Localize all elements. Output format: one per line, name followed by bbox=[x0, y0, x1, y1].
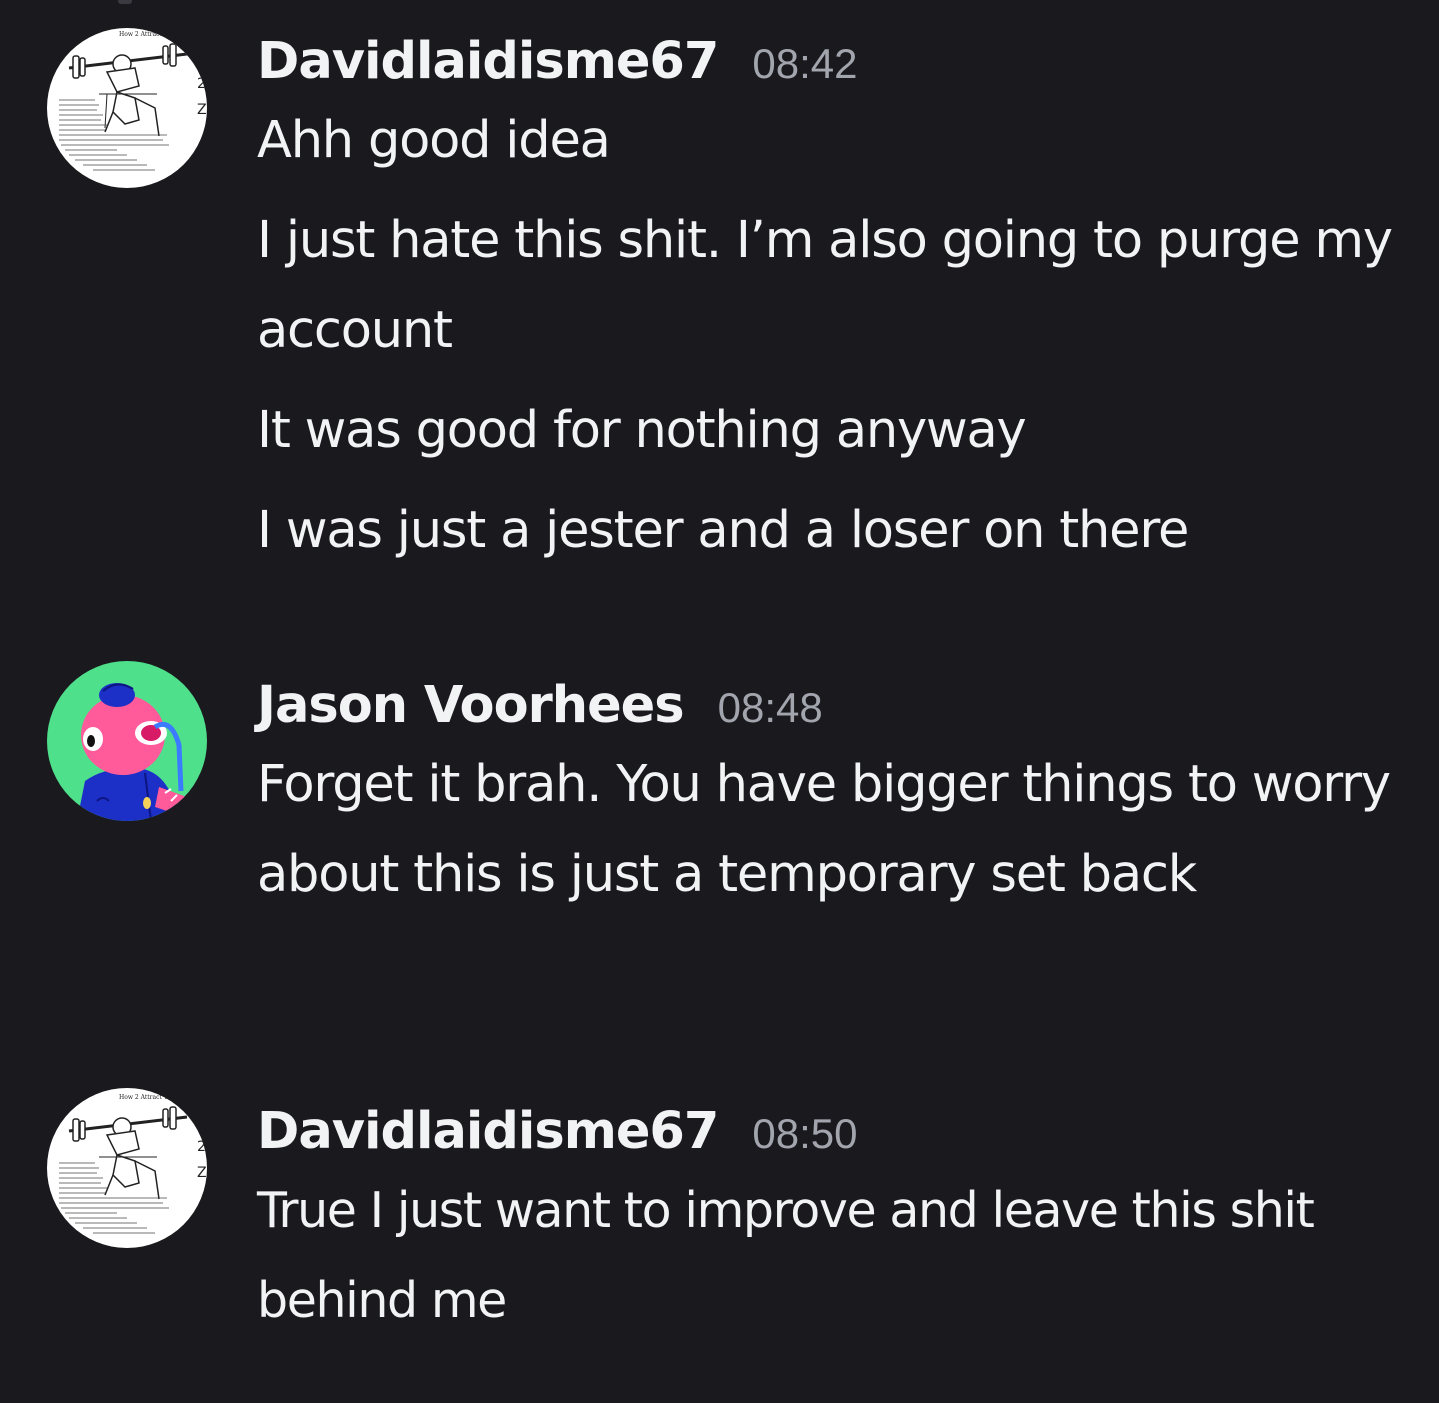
svg-text:Z: Z bbox=[197, 1165, 207, 1181]
bench-press-meme-avatar-icon: How 2 Attract Yo 2 Z bbox=[47, 1088, 207, 1248]
message-text[interactable]: Ahh good idea bbox=[257, 96, 1409, 186]
message-content: Jason Voorhees 08:48 Forget it brah. You… bbox=[257, 676, 1409, 920]
timestamp[interactable]: 08:42 bbox=[752, 40, 857, 88]
message-text[interactable]: I just hate this shit. I’m also going to… bbox=[257, 196, 1409, 376]
message-content: Davidlaidisme67 08:50 True I just want t… bbox=[257, 1102, 1409, 1346]
message-header: Davidlaidisme67 08:42 bbox=[257, 32, 1409, 96]
username[interactable]: Davidlaidisme67 bbox=[257, 1102, 719, 1161]
message-header: Davidlaidisme67 08:50 bbox=[257, 1102, 1409, 1166]
avatar-caption: How 2 Attract Yo bbox=[119, 1094, 171, 1101]
timestamp[interactable]: 08:48 bbox=[718, 684, 823, 732]
svg-text:2: 2 bbox=[197, 1139, 206, 1155]
message-header: Jason Voorhees 08:48 bbox=[257, 676, 1409, 740]
scroll-edge-stub bbox=[118, 0, 132, 4]
avatar[interactable]: How 2 Attract Yo 2 Z bbox=[47, 1088, 207, 1248]
message-text[interactable]: I was just a jester and a loser on there bbox=[257, 486, 1409, 576]
avatar-caption: How 2 Attract Yo bbox=[119, 31, 171, 38]
avatar[interactable] bbox=[47, 661, 207, 821]
message-content: Davidlaidisme67 08:42 Ahh good idea I ju… bbox=[257, 32, 1409, 576]
username[interactable]: Jason Voorhees bbox=[257, 676, 685, 735]
message-text[interactable]: True I just want to improve and leave th… bbox=[257, 1166, 1409, 1346]
svg-text:2: 2 bbox=[197, 76, 206, 92]
pink-cartoon-character-avatar-icon bbox=[47, 661, 207, 821]
timestamp[interactable]: 08:50 bbox=[752, 1110, 857, 1158]
bench-press-meme-avatar-icon: How 2 Attract Yo 2 Z bbox=[47, 28, 207, 188]
message-text[interactable]: It was good for nothing anyway bbox=[257, 386, 1409, 476]
avatar[interactable]: How 2 Attract Yo 2 Z bbox=[47, 28, 207, 188]
username[interactable]: Davidlaidisme67 bbox=[257, 32, 719, 91]
message-text[interactable]: Forget it brah. You have bigger things t… bbox=[257, 740, 1409, 920]
svg-text:Z: Z bbox=[197, 102, 207, 118]
